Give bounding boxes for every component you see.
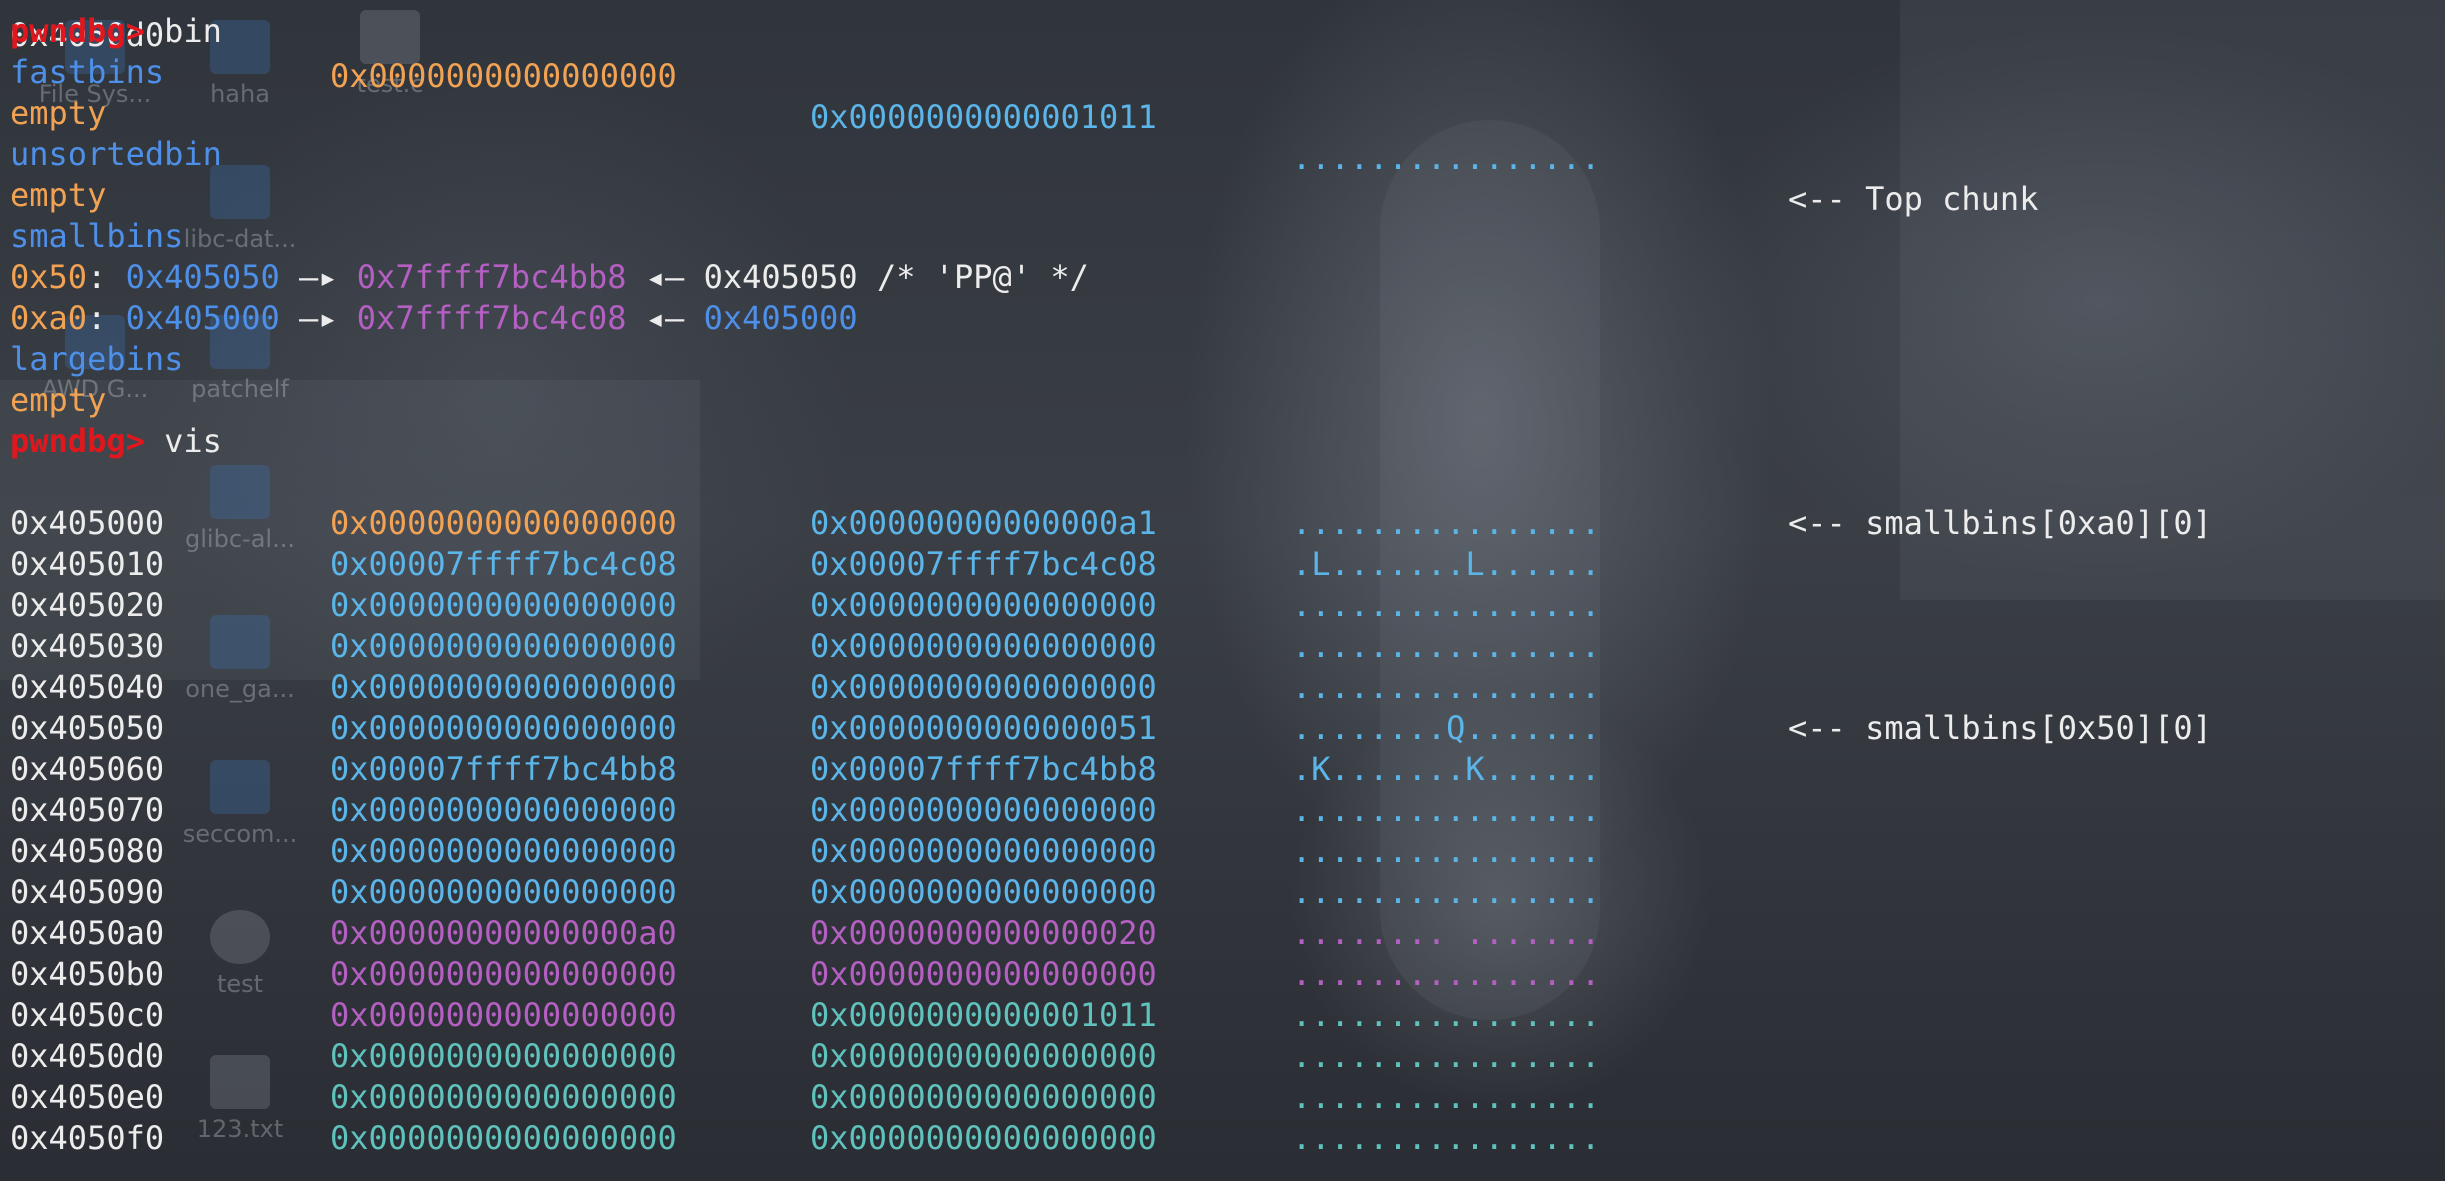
command: vis — [164, 422, 222, 460]
qword-2: 0x0000000000000020 — [810, 914, 1157, 952]
prompt: pwndbg> — [10, 422, 145, 460]
vis-row: 0x4050e0 0x0000000000000000 0x000000000000… — [0, 1077, 2445, 1118]
qword-2: 0x00007ffff7bc4c08 — [810, 545, 1157, 583]
heap-address: 0x405030 — [10, 627, 165, 665]
qword-2: 0x0000000000000000 — [810, 832, 1157, 870]
vis-row: 0x405000 0x0000000000000000 0x000000000000… — [0, 503, 2445, 544]
vis-row: 0x405080 0x0000000000000000 0x000000000000… — [0, 831, 2445, 872]
fastbins-label: fastbins — [10, 53, 165, 91]
qword-1: 0x00007ffff7bc4bb8 — [330, 750, 677, 788]
qword-1: 0x00000000000000a0 — [330, 914, 677, 952]
ascii-dump: ........ ....... — [1292, 914, 1601, 952]
qword-2: 0x0000000000000000 — [810, 955, 1157, 993]
qword-2: 0x00000000000000a1 — [810, 504, 1157, 542]
heap-address: 0x4050a0 — [10, 914, 165, 952]
heap-address: 0x4050e0 — [10, 1078, 165, 1116]
ascii-dump: ................ — [1292, 1119, 1601, 1157]
qword-2: 0x0000000000000000 — [810, 1078, 1157, 1116]
heap-address: 0x405040 — [10, 668, 165, 706]
unsortedbin-value: empty — [10, 176, 107, 214]
heap-address: 0x405090 — [10, 873, 165, 911]
heap-address: 0x405050 — [10, 709, 165, 747]
heap-address: 0x405000 — [10, 504, 165, 542]
qword-2: 0x0000000000000000 — [810, 627, 1157, 665]
chunk-annotation: <-- smallbins[0x50][0] — [1788, 709, 2212, 747]
qword-1: 0x0000000000000000 — [330, 504, 677, 542]
heap-address: 0x4050d0 — [10, 1037, 165, 1075]
qword-1: 0x0000000000000000 — [330, 1037, 677, 1075]
terminal-window[interactable]: 0x4050d0 0x0000000000000000 0x0000000000… — [0, 0, 2445, 1181]
smallbins-label: smallbins — [10, 217, 184, 255]
qword-1: 0x0000000000000000 — [330, 627, 677, 665]
ascii-dump: ................ — [1292, 832, 1601, 870]
vis-row: 0x405020 0x0000000000000000 0x000000000000… — [0, 585, 2445, 626]
heap-address: 0x405020 — [10, 586, 165, 624]
ascii-dump: ........Q....... — [1292, 709, 1601, 747]
vis-row: 0x4050b0 0x0000000000000000 0x000000000000… — [0, 954, 2445, 995]
heap-address: 0x405060 — [10, 750, 165, 788]
ascii-dump: ................ — [1292, 791, 1601, 829]
vis-row: 0x405030 0x0000000000000000 0x000000000000… — [0, 626, 2445, 667]
qword-2: 0x0000000000001011 — [810, 996, 1157, 1034]
qword-1: 0x0000000000000000 — [330, 668, 677, 706]
smallbin-entry: 0xa0: 0x405000 —▸ 0x7ffff7bc4c08 ◂— 0x40… — [10, 299, 858, 337]
ascii-dump: ................ — [1292, 1078, 1601, 1116]
qword-2: 0x00007ffff7bc4bb8 — [810, 750, 1157, 788]
vis-row: 0x4050d0 0x0000000000000000 0x000000000000… — [0, 1036, 2445, 1077]
fastbins-value: empty — [10, 94, 107, 132]
largebins-label: largebins — [10, 340, 184, 378]
ascii-dump: .K.......K...... — [1292, 750, 1601, 788]
qword-2: 0x0000000000000000 — [810, 1119, 1157, 1157]
vis-row-partial: 0x4050d0 0x0000000000000000 0x0000000000… — [10, 16, 2039, 218]
vis-row: 0x4050f0 0x0000000000000000 0x000000000000… — [0, 1118, 2445, 1159]
command-line-vis: pwndbg> vis — [10, 421, 222, 462]
qword-1: 0x0000000000000000 — [330, 996, 677, 1034]
smallbin-entry: 0x50: 0x405050 —▸ 0x7ffff7bc4bb8 ◂— 0x40… — [10, 258, 1089, 296]
qword-2: 0x0000000000000051 — [810, 709, 1157, 747]
command-line-bin: pwndbg> bin — [10, 11, 222, 52]
vis-row: 0x405010 0x00007ffff7bc4c08 0x00007ffff7bc… — [0, 544, 2445, 585]
vis-row: 0x4050c0 0x0000000000000000 0x000000000000… — [0, 995, 2445, 1036]
heap-address: 0x4050b0 — [10, 955, 165, 993]
qword-1: 0x0000000000000000 — [330, 1078, 677, 1116]
ascii-dump: ................ — [1292, 586, 1601, 624]
ascii-dump: ................ — [1292, 668, 1601, 706]
heap-address: 0x405010 — [10, 545, 165, 583]
qword-2: 0x0000000000000000 — [810, 791, 1157, 829]
qword-1: 0x0000000000000000 — [330, 791, 677, 829]
chunk-annotation: <-- smallbins[0xa0][0] — [1788, 504, 2212, 542]
heap-address: 0x405070 — [10, 791, 165, 829]
command: bin — [164, 12, 222, 50]
heap-address: 0x405080 — [10, 832, 165, 870]
qword-1: 0x0000000000000000 — [330, 832, 677, 870]
ascii-dump: ................ — [1292, 873, 1601, 911]
qword-1: 0x00007ffff7bc4c08 — [330, 545, 677, 583]
unsortedbin-label: unsortedbin — [10, 135, 222, 173]
vis-row: 0x405070 0x0000000000000000 0x000000000000… — [0, 790, 2445, 831]
vis-row: 0x405050 0x0000000000000000 0x000000000000… — [0, 708, 2445, 749]
qword-2: 0x0000000000000000 — [810, 586, 1157, 624]
ascii-dump: ................ — [1292, 504, 1601, 542]
vis-row: 0x4050a0 0x00000000000000a0 0x000000000000… — [0, 913, 2445, 954]
qword-2: 0x0000000000000000 — [810, 873, 1157, 911]
ascii-dump: ................ — [1292, 627, 1601, 665]
ascii-dump: ................ — [1292, 955, 1601, 993]
vis-row: 0x405040 0x0000000000000000 0x000000000000… — [0, 667, 2445, 708]
ascii-dump: .L.......L...... — [1292, 545, 1601, 583]
vis-row: 0x405090 0x0000000000000000 0x000000000000… — [0, 872, 2445, 913]
ascii-dump: ................ — [1292, 996, 1601, 1034]
heap-address: 0x4050f0 — [10, 1119, 165, 1157]
ascii-dump: ................ — [1292, 1037, 1601, 1075]
qword-2: 0x0000000000000000 — [810, 668, 1157, 706]
qword-1: 0x0000000000000000 — [330, 873, 677, 911]
largebins-value: empty — [10, 381, 107, 419]
qword-1: 0x0000000000000000 — [330, 955, 677, 993]
vis-row: 0x405060 0x00007ffff7bc4bb8 0x00007ffff7bc… — [0, 749, 2445, 790]
qword-1: 0x0000000000000000 — [330, 586, 677, 624]
qword-1: 0x0000000000000000 — [330, 709, 677, 747]
qword-2: 0x0000000000000000 — [810, 1037, 1157, 1075]
heap-address: 0x4050c0 — [10, 996, 165, 1034]
qword-1: 0x0000000000000000 — [330, 1119, 677, 1157]
prompt: pwndbg> — [10, 12, 145, 50]
